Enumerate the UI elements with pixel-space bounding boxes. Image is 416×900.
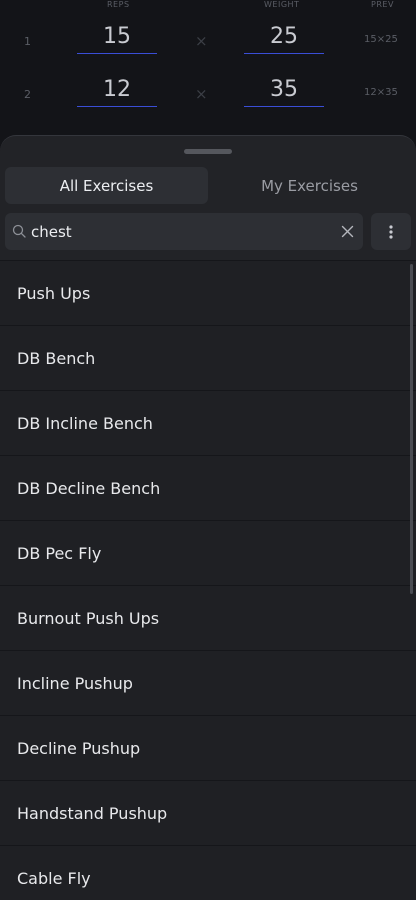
list-item[interactable]: DB Bench: [0, 326, 416, 391]
weight-input[interactable]: 35: [244, 75, 324, 107]
previous-set: 12×35: [364, 87, 398, 98]
list-item[interactable]: Cable Fly: [0, 846, 416, 900]
times-sign: ×: [195, 85, 208, 103]
workout-set-table: REPS WEIGHT PREV 1 15 × 25 15×25 2 12 × …: [0, 0, 416, 150]
prev-header: PREV: [371, 0, 394, 9]
list-item[interactable]: Handstand Pushup: [0, 781, 416, 846]
tab-all-exercises[interactable]: All Exercises: [5, 167, 208, 204]
app-root: REPS WEIGHT PREV 1 15 × 25 15×25 2 12 × …: [0, 0, 416, 900]
previous-set: 15×25: [364, 34, 398, 45]
set-number: 2: [24, 88, 31, 101]
list-item[interactable]: Incline Pushup: [0, 651, 416, 716]
list-item[interactable]: Decline Pushup: [0, 716, 416, 781]
times-sign: ×: [195, 32, 208, 50]
list-item[interactable]: DB Incline Bench: [0, 391, 416, 456]
search-bar: [5, 213, 363, 250]
exercise-tabs: All Exercises My Exercises: [5, 167, 411, 204]
list-item[interactable]: Push Ups: [0, 261, 416, 326]
search-input[interactable]: [31, 213, 331, 250]
search-icon: [12, 224, 26, 238]
scrollbar[interactable]: [410, 264, 413, 594]
set-row: 2 12 × 35 12×35: [0, 75, 416, 115]
exercise-picker-sheet: All Exercises My Exercises Push Ups D: [0, 135, 416, 900]
exercise-list: Push Ups DB Bench DB Incline Bench DB De…: [0, 260, 416, 900]
list-item[interactable]: Burnout Push Ups: [0, 586, 416, 651]
set-row: 1 15 × 25 15×25: [0, 22, 416, 62]
list-item[interactable]: DB Decline Bench: [0, 456, 416, 521]
list-item[interactable]: DB Pec Fly: [0, 521, 416, 586]
weight-input[interactable]: 25: [244, 22, 324, 54]
weight-header: WEIGHT: [264, 0, 300, 9]
more-options-button[interactable]: [371, 213, 411, 250]
sheet-drag-handle[interactable]: [184, 149, 232, 154]
reps-input[interactable]: 12: [77, 75, 157, 107]
more-vertical-icon: [389, 224, 393, 239]
reps-input[interactable]: 15: [77, 22, 157, 54]
set-number: 1: [24, 35, 31, 48]
tab-my-exercises[interactable]: My Exercises: [208, 167, 411, 204]
reps-header: REPS: [107, 0, 130, 9]
close-icon[interactable]: [341, 225, 354, 238]
